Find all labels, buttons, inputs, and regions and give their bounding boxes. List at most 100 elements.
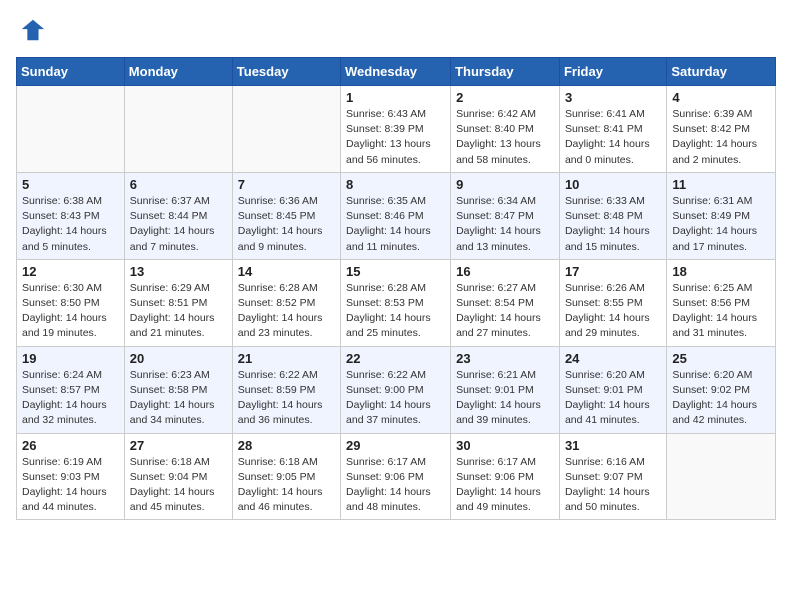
- calendar-week-row: 1 Sunrise: 6:43 AM Sunset: 8:39 PM Daylig…: [17, 86, 776, 173]
- day-info: Sunrise: 6:21 AM Sunset: 9:01 PM Dayligh…: [456, 368, 554, 429]
- day-info: Sunrise: 6:22 AM Sunset: 8:59 PM Dayligh…: [238, 368, 335, 429]
- day-info: Sunrise: 6:22 AM Sunset: 9:00 PM Dayligh…: [346, 368, 445, 429]
- calendar-cell: 28Sunrise: 6:18 AM Sunset: 9:05 PM Dayli…: [232, 433, 340, 520]
- day-info: Sunrise: 6:37 AM Sunset: 8:44 PM Dayligh…: [130, 194, 227, 255]
- day-number: 20: [130, 351, 227, 366]
- day-info: Sunrise: 6:33 AM Sunset: 8:48 PM Dayligh…: [565, 194, 661, 255]
- day-info: Sunrise: 6:31 AM Sunset: 8:49 PM Dayligh…: [672, 194, 770, 255]
- day-number: 2: [456, 90, 554, 105]
- day-info: Sunrise: 6:23 AM Sunset: 8:58 PM Dayligh…: [130, 368, 227, 429]
- calendar-cell: 20 Sunrise: 6:23 AM Sunset: 8:58 PM Dayli…: [124, 346, 232, 433]
- day-number: 16: [456, 264, 554, 279]
- calendar-cell: 5 Sunrise: 6:38 AM Sunset: 8:43 PM Daylig…: [17, 172, 125, 259]
- day-of-week-header: Saturday: [667, 58, 776, 86]
- day-number: 19: [22, 351, 119, 366]
- day-info: Sunrise: 6:28 AM Sunset: 8:52 PM Dayligh…: [238, 281, 335, 342]
- day-info: Sunrise: 6:16 AM Sunset: 9:07 PM Dayligh…: [565, 455, 661, 516]
- day-info: Sunrise: 6:19 AM Sunset: 9:03 PM Dayligh…: [22, 455, 119, 516]
- day-info: Sunrise: 6:29 AM Sunset: 8:51 PM Dayligh…: [130, 281, 227, 342]
- day-info: Sunrise: 6:39 AM Sunset: 8:42 PM Dayligh…: [672, 107, 770, 168]
- day-info: Sunrise: 6:42 AM Sunset: 8:40 PM Dayligh…: [456, 107, 554, 168]
- calendar-cell: 8 Sunrise: 6:35 AM Sunset: 8:46 PM Daylig…: [341, 172, 451, 259]
- calendar-cell: 29 Sunrise: 6:17 AM Sunset: 9:06 PM Dayli…: [341, 433, 451, 520]
- calendar-cell: [124, 86, 232, 173]
- day-info: Sunrise: 6:20 AM Sunset: 9:01 PM Dayligh…: [565, 368, 661, 429]
- day-number: 26: [22, 438, 119, 453]
- calendar-cell: 25 Sunrise: 6:20 AM Sunset: 9:02 PM Dayli…: [667, 346, 776, 433]
- day-info: Sunrise: 6:38 AM Sunset: 8:43 PM Dayligh…: [22, 194, 119, 255]
- day-number: 11: [672, 177, 770, 192]
- day-info: Sunrise: 6:25 AM Sunset: 8:56 PM Dayligh…: [672, 281, 770, 342]
- day-info: Sunrise: 6:17 AM Sunset: 9:06 PM Dayligh…: [456, 455, 554, 516]
- day-info: Sunrise: 6:17 AM Sunset: 9:06 PM Dayligh…: [346, 455, 445, 516]
- day-number: 14: [238, 264, 335, 279]
- calendar-cell: 24 Sunrise: 6:20 AM Sunset: 9:01 PM Dayli…: [559, 346, 666, 433]
- calendar-cell: 18Sunrise: 6:25 AM Sunset: 8:56 PM Dayli…: [667, 259, 776, 346]
- day-info: Sunrise: 6:43 AM Sunset: 8:39 PM Dayligh…: [346, 107, 445, 168]
- day-number: 17: [565, 264, 661, 279]
- day-of-week-header: Sunday: [17, 58, 125, 86]
- logo: [16, 16, 50, 49]
- day-number: 21: [238, 351, 335, 366]
- calendar-cell: 2 Sunrise: 6:42 AM Sunset: 8:40 PM Daylig…: [451, 86, 560, 173]
- day-number: 8: [346, 177, 445, 192]
- calendar-week-row: 12 Sunrise: 6:30 AM Sunset: 8:50 PM Dayli…: [17, 259, 776, 346]
- calendar-cell: 3 Sunrise: 6:41 AM Sunset: 8:41 PM Daylig…: [559, 86, 666, 173]
- day-info: Sunrise: 6:34 AM Sunset: 8:47 PM Dayligh…: [456, 194, 554, 255]
- calendar-cell: 21 Sunrise: 6:22 AM Sunset: 8:59 PM Dayli…: [232, 346, 340, 433]
- day-info: Sunrise: 6:20 AM Sunset: 9:02 PM Dayligh…: [672, 368, 770, 429]
- day-info: Sunrise: 6:30 AM Sunset: 8:50 PM Dayligh…: [22, 281, 119, 342]
- calendar-cell: 17 Sunrise: 6:26 AM Sunset: 8:55 PM Dayli…: [559, 259, 666, 346]
- day-number: 23: [456, 351, 554, 366]
- calendar-week-row: 26 Sunrise: 6:19 AM Sunset: 9:03 PM Dayli…: [17, 433, 776, 520]
- calendar-cell: 26 Sunrise: 6:19 AM Sunset: 9:03 PM Dayli…: [17, 433, 125, 520]
- day-of-week-header: Monday: [124, 58, 232, 86]
- day-number: 30: [456, 438, 554, 453]
- day-number: 10: [565, 177, 661, 192]
- logo-icon: [18, 16, 46, 44]
- day-info: Sunrise: 6:18 AM Sunset: 9:04 PM Dayligh…: [130, 455, 227, 516]
- day-number: 28: [238, 438, 335, 453]
- calendar-cell: 4 Sunrise: 6:39 AM Sunset: 8:42 PM Daylig…: [667, 86, 776, 173]
- calendar-cell: 30 Sunrise: 6:17 AM Sunset: 9:06 PM Dayli…: [451, 433, 560, 520]
- calendar-cell: 19Sunrise: 6:24 AM Sunset: 8:57 PM Dayli…: [17, 346, 125, 433]
- calendar-cell: 22 Sunrise: 6:22 AM Sunset: 9:00 PM Dayli…: [341, 346, 451, 433]
- day-of-week-header: Tuesday: [232, 58, 340, 86]
- day-number: 22: [346, 351, 445, 366]
- day-of-week-header: Friday: [559, 58, 666, 86]
- calendar-cell: 7 Sunrise: 6:36 AM Sunset: 8:45 PM Daylig…: [232, 172, 340, 259]
- day-number: 25: [672, 351, 770, 366]
- day-number: 4: [672, 90, 770, 105]
- calendar-cell: 1 Sunrise: 6:43 AM Sunset: 8:39 PM Daylig…: [341, 86, 451, 173]
- day-number: 1: [346, 90, 445, 105]
- calendar-cell: 9 Sunrise: 6:34 AM Sunset: 8:47 PM Daylig…: [451, 172, 560, 259]
- calendar-cell: [232, 86, 340, 173]
- calendar-week-row: 5 Sunrise: 6:38 AM Sunset: 8:43 PM Daylig…: [17, 172, 776, 259]
- day-info: Sunrise: 6:27 AM Sunset: 8:54 PM Dayligh…: [456, 281, 554, 342]
- calendar-cell: 31 Sunrise: 6:16 AM Sunset: 9:07 PM Dayli…: [559, 433, 666, 520]
- day-of-week-header: Wednesday: [341, 58, 451, 86]
- calendar-cell: [667, 433, 776, 520]
- day-number: 12: [22, 264, 119, 279]
- calendar-cell: 12 Sunrise: 6:30 AM Sunset: 8:50 PM Dayli…: [17, 259, 125, 346]
- page-header: [16, 16, 776, 49]
- day-number: 7: [238, 177, 335, 192]
- day-info: Sunrise: 6:28 AM Sunset: 8:53 PM Dayligh…: [346, 281, 445, 342]
- day-number: 24: [565, 351, 661, 366]
- day-of-week-header: Thursday: [451, 58, 560, 86]
- calendar-cell: 15Sunrise: 6:28 AM Sunset: 8:53 PM Dayli…: [341, 259, 451, 346]
- day-number: 5: [22, 177, 119, 192]
- day-info: Sunrise: 6:41 AM Sunset: 8:41 PM Dayligh…: [565, 107, 661, 168]
- calendar-cell: 13Sunrise: 6:29 AM Sunset: 8:51 PM Dayli…: [124, 259, 232, 346]
- calendar-cell: 23 Sunrise: 6:21 AM Sunset: 9:01 PM Dayli…: [451, 346, 560, 433]
- day-info: Sunrise: 6:26 AM Sunset: 8:55 PM Dayligh…: [565, 281, 661, 342]
- day-number: 31: [565, 438, 661, 453]
- day-info: Sunrise: 6:35 AM Sunset: 8:46 PM Dayligh…: [346, 194, 445, 255]
- day-number: 27: [130, 438, 227, 453]
- day-info: Sunrise: 6:36 AM Sunset: 8:45 PM Dayligh…: [238, 194, 335, 255]
- day-number: 6: [130, 177, 227, 192]
- day-number: 3: [565, 90, 661, 105]
- day-number: 9: [456, 177, 554, 192]
- calendar-cell: 14 Sunrise: 6:28 AM Sunset: 8:52 PM Dayli…: [232, 259, 340, 346]
- day-number: 29: [346, 438, 445, 453]
